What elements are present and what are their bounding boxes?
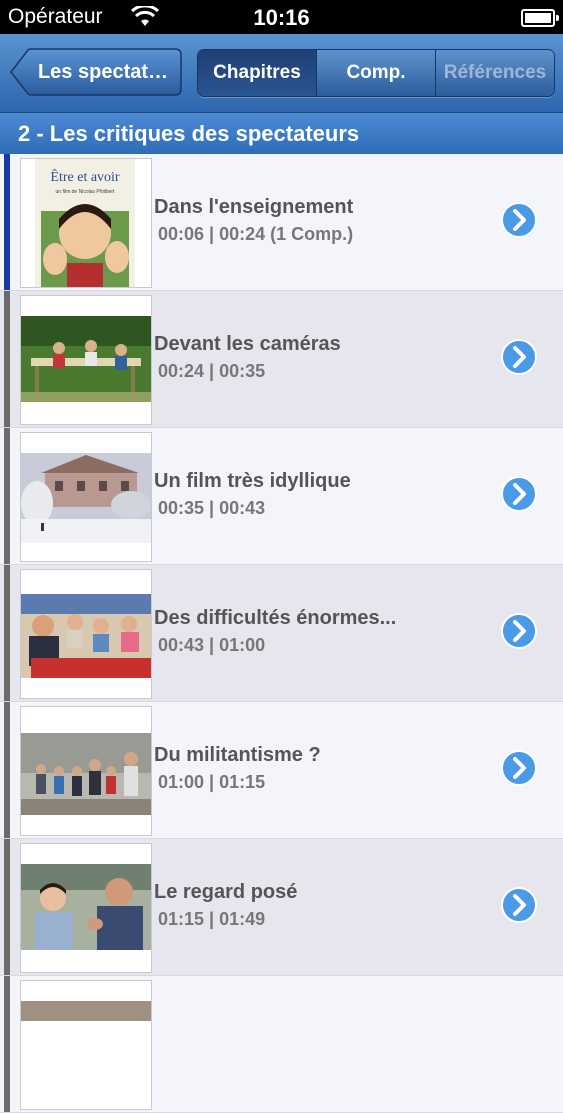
clock: 10:16 (253, 5, 310, 30)
chapter-timecodes: 00:24 | 00:35 (158, 361, 266, 381)
chapter-title: Un film très idyllique (154, 470, 351, 492)
chapter-timecodes: 01:15 | 01:49 (158, 909, 266, 929)
chapter-thumbnail (20, 569, 152, 699)
disclosure-arrow-icon[interactable] (501, 750, 537, 786)
selection-bar (4, 976, 10, 1112)
classroom-table-image (21, 570, 151, 698)
back-button[interactable]: Les spectat… (10, 48, 182, 96)
disclosure-arrow-icon[interactable] (501, 202, 537, 238)
chapter-timecodes: 01:00 | 01:15 (158, 772, 266, 792)
chapter-row[interactable]: Des difficultés énormes... 00:43 | 01:00 (0, 565, 563, 702)
chapter-row[interactable]: Le regard posé 01:15 | 01:49 (0, 839, 563, 976)
classroom-outdoor-image (21, 296, 151, 424)
poster-credit: un film de Nicolas Philibert (56, 189, 116, 195)
selection-bar (4, 154, 10, 290)
chapter-list: Être et avoir un film de Nicolas Philibe… (0, 154, 563, 1113)
status-bar: Opérateur 10:16 (0, 0, 563, 34)
chapter-row[interactable] (0, 976, 563, 1113)
chapter-timecodes: 00:43 | 01:00 (158, 635, 266, 655)
disclosure-arrow-icon[interactable] (501, 887, 537, 923)
chapter-thumbnail (20, 432, 152, 562)
selection-bar (4, 702, 10, 838)
selection-bar (4, 839, 10, 975)
battery-icon (521, 9, 559, 27)
chapter-row[interactable]: Devant les caméras 00:24 | 00:35 (0, 291, 563, 428)
disclosure-arrow-icon[interactable] (501, 476, 537, 512)
chapter-title: Devant les caméras (154, 333, 341, 355)
navigation-bar: Les spectat… Chapitres Comp. Références (0, 34, 563, 113)
chapter-timecodes: 00:35 | 00:43 (158, 498, 266, 518)
chapter-thumbnail (20, 843, 152, 973)
snowy-school-image (21, 433, 151, 561)
teacher-child-image (21, 844, 151, 972)
segment-chapitres[interactable]: Chapitres (198, 50, 316, 96)
partial-thumbnail-image (21, 981, 151, 1109)
chapter-thumbnail: Être et avoir un film de Nicolas Philibe… (20, 158, 152, 288)
chapter-timecodes: 00:06 | 00:24 (1 Comp.) (158, 224, 354, 244)
segment-comp[interactable]: Comp. (316, 50, 435, 96)
selection-bar (4, 291, 10, 427)
chapter-title: Le regard posé (154, 881, 298, 903)
selection-bar (4, 428, 10, 564)
selection-bar (4, 565, 10, 701)
chapter-title: Des difficultés énormes... (154, 607, 397, 629)
chapter-thumbnail (20, 295, 152, 425)
children-group-image (21, 707, 151, 835)
segment-references[interactable]: Références (435, 50, 554, 96)
chapter-title: Dans l'enseignement (154, 196, 354, 218)
chapter-row[interactable]: Être et avoir un film de Nicolas Philibe… (0, 154, 563, 291)
disclosure-arrow-icon[interactable] (501, 339, 537, 375)
poster-title: Être et avoir (50, 168, 120, 185)
section-header: 2 - Les critiques des spectateurs (0, 113, 563, 154)
chapter-thumbnail (20, 706, 152, 836)
poster-image: Être et avoir un film de Nicolas Philibe… (35, 159, 135, 287)
chapter-row[interactable]: Un film très idyllique 00:35 | 00:43 (0, 428, 563, 565)
segmented-control: Chapitres Comp. Références (197, 49, 555, 97)
back-button-label: Les spectat… (37, 61, 169, 83)
chapter-title: Du militantisme ? (154, 744, 321, 766)
chapter-row[interactable]: Du militantisme ? 01:00 | 01:15 (0, 702, 563, 839)
disclosure-arrow-icon[interactable] (501, 613, 537, 649)
